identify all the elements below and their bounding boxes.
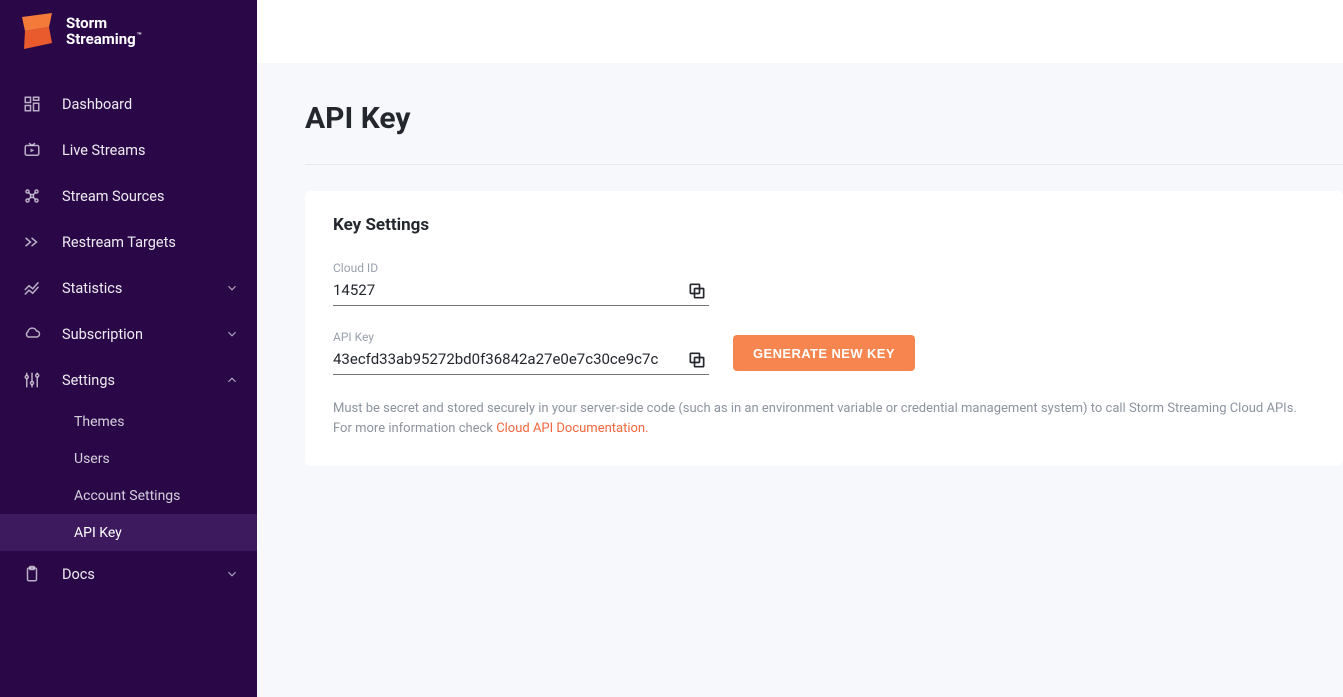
sidebar-item-live-streams[interactable]: Live Streams xyxy=(0,127,257,173)
cloud-id-label: Cloud ID xyxy=(333,261,709,275)
sidebar-item-restream-targets[interactable]: Restream Targets xyxy=(0,219,257,265)
sidebar-item-label: API Key xyxy=(74,525,122,541)
api-key-field: API Key xyxy=(333,330,709,375)
sidebar-subitem-account-settings[interactable]: Account Settings xyxy=(0,477,257,514)
sidebar-item-label: Themes xyxy=(74,414,124,430)
sidebar-item-statistics[interactable]: Statistics xyxy=(0,265,257,311)
sliders-icon xyxy=(22,370,42,390)
cloud-id-field: Cloud ID xyxy=(333,261,709,306)
logo-icon xyxy=(22,13,54,51)
main: API Key Key Settings Cloud ID xyxy=(257,0,1343,697)
api-key-label: API Key xyxy=(333,330,709,344)
card-title: Key Settings xyxy=(333,215,1315,235)
chevron-down-icon xyxy=(225,281,239,295)
sidebar-subitem-api-key[interactable]: API Key xyxy=(0,514,257,551)
copy-api-key-button[interactable] xyxy=(685,350,709,370)
sidebar-item-label: Users xyxy=(74,451,110,467)
sidebar-subitem-users[interactable]: Users xyxy=(0,440,257,477)
sidebar-item-docs[interactable]: Docs xyxy=(0,551,257,597)
api-key-input[interactable] xyxy=(333,350,677,368)
api-key-note: Must be secret and stored securely in yo… xyxy=(333,399,1315,438)
sidebar-item-label: Statistics xyxy=(62,280,122,297)
generate-new-key-button[interactable]: GENERATE NEW KEY xyxy=(733,335,915,371)
sidebar-item-label: Subscription xyxy=(62,326,143,343)
copy-cloud-id-button[interactable] xyxy=(685,281,709,301)
statistics-icon xyxy=(22,278,42,298)
sidebar-item-label: Account Settings xyxy=(74,488,180,504)
sidebar-item-subscription[interactable]: Subscription xyxy=(0,311,257,357)
dashboard-icon xyxy=(22,94,42,114)
sidebar-item-label: Dashboard xyxy=(62,96,132,113)
clipboard-icon xyxy=(22,564,42,584)
key-settings-card: Key Settings Cloud ID xyxy=(305,191,1343,466)
copy-icon xyxy=(687,350,707,370)
api-key-row: API Key GENERATE NEW xyxy=(333,330,1315,375)
copy-icon xyxy=(687,281,707,301)
cloud-id-input[interactable] xyxy=(333,281,677,299)
sidebar-item-label: Live Streams xyxy=(62,142,145,159)
chevron-down-icon xyxy=(225,327,239,341)
brand-logo[interactable]: Storm Streaming™ xyxy=(0,0,257,63)
divider xyxy=(305,164,1343,165)
primary-nav: Dashboard Live Streams xyxy=(0,63,257,597)
logo-text: Storm Streaming™ xyxy=(66,16,141,48)
note-text: Must be secret and stored securely in yo… xyxy=(333,401,1297,436)
topbar xyxy=(257,0,1343,63)
sidebar-item-label: Docs xyxy=(62,566,95,583)
sidebar-item-label: Restream Targets xyxy=(62,234,176,251)
sidebar-item-label: Settings xyxy=(62,372,115,389)
sources-icon xyxy=(22,186,42,206)
live-stream-icon xyxy=(22,140,42,160)
chevron-down-icon xyxy=(225,567,239,581)
sidebar-item-dashboard[interactable]: Dashboard xyxy=(0,81,257,127)
sidebar-subitem-themes[interactable]: Themes xyxy=(0,403,257,440)
cloud-api-doc-link[interactable]: Cloud API Documentation. xyxy=(496,421,648,436)
cloud-icon xyxy=(22,324,42,344)
chevron-up-icon xyxy=(225,373,239,387)
sidebar-item-label: Stream Sources xyxy=(62,188,164,205)
cloud-id-row: Cloud ID xyxy=(333,261,1315,306)
sidebar-item-settings[interactable]: Settings xyxy=(0,357,257,403)
content: API Key Key Settings Cloud ID xyxy=(257,63,1343,466)
sidebar-item-stream-sources[interactable]: Stream Sources xyxy=(0,173,257,219)
restream-icon xyxy=(22,232,42,252)
page-title: API Key xyxy=(305,101,1343,136)
sidebar: Storm Streaming™ Dashboard Live St xyxy=(0,0,257,697)
